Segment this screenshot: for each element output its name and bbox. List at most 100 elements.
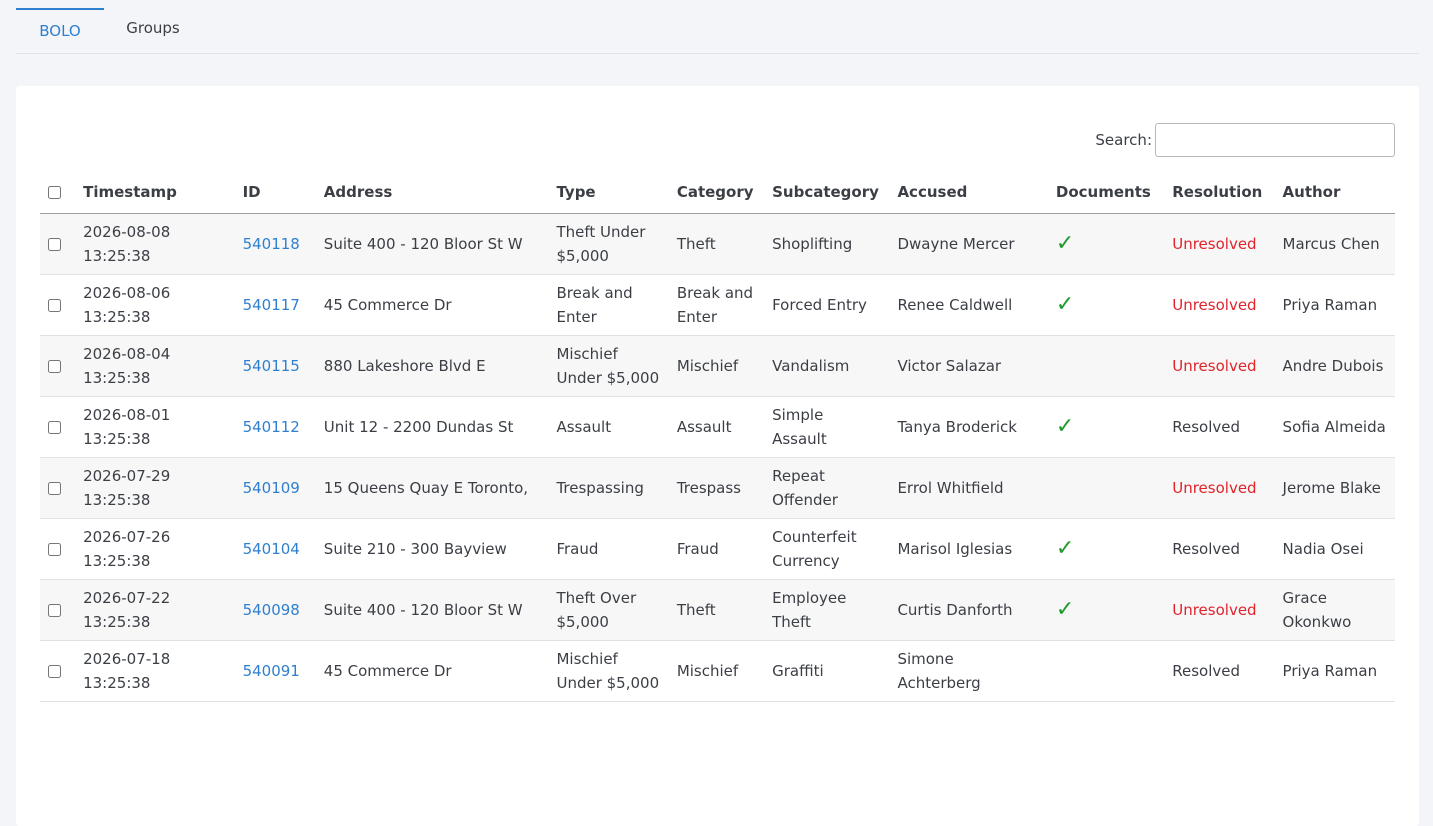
column-header-address[interactable]: Address [315, 170, 549, 214]
accused-cell: Errol Whitfield [889, 457, 1048, 519]
table-body: 2026-08-08 13:25:38 540118 Suite 400 - 120… [40, 213, 1395, 702]
table-row[interactable]: 2026-07-18 13:25:38 540091 45 Commerce Dr M… [40, 640, 1395, 702]
table-row[interactable]: 2026-08-01 13:25:38 540112 Unit 12 - 2200 … [40, 396, 1395, 458]
row-select-cell [40, 640, 76, 702]
documents-cell: ✓ [1047, 518, 1165, 580]
timestamp-cell: 2026-07-26 13:25:38 [75, 518, 235, 580]
row-select-cell [40, 274, 76, 336]
row-checkbox[interactable] [48, 543, 61, 556]
author-cell: Priya Raman [1274, 274, 1395, 336]
resolution-cell: Resolved [1164, 518, 1275, 580]
category-cell: Trespass [668, 457, 765, 519]
subcategory-cell: Shoplifting [764, 213, 890, 275]
column-header-id[interactable]: ID [234, 170, 316, 214]
id-cell: 540091 [234, 640, 316, 702]
author-cell: Marcus Chen [1274, 213, 1395, 275]
tab-groups[interactable]: Groups [112, 6, 194, 50]
row-select-cell [40, 579, 76, 641]
address-cell: 15 Queens Quay E Toronto, [315, 457, 549, 519]
row-checkbox[interactable] [48, 360, 61, 373]
timestamp-cell: 2026-07-18 13:25:38 [75, 640, 235, 702]
address-cell: Unit 12 - 2200 Dundas St [315, 396, 549, 458]
column-header-timestamp[interactable]: Timestamp [75, 170, 235, 214]
type-cell: Break and Enter [548, 274, 669, 336]
bolo-id-link[interactable]: 540115 [243, 357, 300, 375]
bolo-id-link[interactable]: 540112 [243, 418, 300, 436]
table-row[interactable]: 2026-08-04 13:25:38 540115 880 Lakeshore B… [40, 335, 1395, 397]
subcategory-cell: Employee Theft [764, 579, 890, 641]
column-header-author[interactable]: Author [1274, 170, 1395, 214]
accused-cell: Tanya Broderick [889, 396, 1048, 458]
bolo-id-link[interactable]: 540109 [243, 479, 300, 497]
type-cell: Theft Under $5,000 [548, 213, 669, 275]
table-row[interactable]: 2026-07-22 13:25:38 540098 Suite 400 - 120… [40, 579, 1395, 641]
type-cell: Trespassing [548, 457, 669, 519]
select-all-header [40, 170, 76, 214]
category-cell: Break and Enter [668, 274, 765, 336]
bolo-id-link[interactable]: 540098 [243, 601, 300, 619]
subcategory-cell: Forced Entry [764, 274, 890, 336]
checkmark-icon: ✓ [1055, 535, 1075, 561]
accused-cell: Marisol Iglesias [889, 518, 1048, 580]
bolo-id-link[interactable]: 540117 [243, 296, 300, 314]
column-header-subcategory[interactable]: Subcategory [764, 170, 890, 214]
category-cell: Theft [668, 579, 765, 641]
type-cell: Fraud [548, 518, 669, 580]
column-header-category[interactable]: Category [668, 170, 765, 214]
row-select-cell [40, 213, 76, 275]
tab-bar: BOLO Groups [16, 0, 1419, 54]
bolo-id-link[interactable]: 540091 [243, 662, 300, 680]
column-header-documents[interactable]: Documents [1047, 170, 1165, 214]
type-cell: Assault [548, 396, 669, 458]
id-cell: 540118 [234, 213, 316, 275]
row-checkbox[interactable] [48, 299, 61, 312]
accused-cell: Simone Achterberg [889, 640, 1048, 702]
select-all-checkbox[interactable] [48, 185, 61, 199]
bolo-id-link[interactable]: 540104 [243, 540, 300, 558]
id-cell: 540112 [234, 396, 316, 458]
checkmark-icon: ✓ [1055, 596, 1075, 622]
accused-cell: Curtis Danforth [889, 579, 1048, 641]
subcategory-cell: Simple Assault [764, 396, 890, 458]
resolution-cell: Unresolved [1164, 335, 1275, 397]
type-cell: Mischief Under $5,000 [548, 335, 669, 397]
column-header-type[interactable]: Type [548, 170, 669, 214]
row-checkbox[interactable] [48, 238, 61, 251]
subcategory-cell: Vandalism [764, 335, 890, 397]
timestamp-cell: 2026-07-22 13:25:38 [75, 579, 235, 641]
subcategory-cell: Counterfeit Currency [764, 518, 890, 580]
row-checkbox[interactable] [48, 421, 61, 434]
timestamp-cell: 2026-08-04 13:25:38 [75, 335, 235, 397]
row-checkbox[interactable] [48, 665, 61, 678]
documents-cell: ✓ [1047, 274, 1165, 336]
id-cell: 540117 [234, 274, 316, 336]
table-header-row: Timestamp ID Address Type Category Subca… [40, 170, 1395, 214]
resolution-cell: Resolved [1164, 640, 1275, 702]
column-header-resolution[interactable]: Resolution [1164, 170, 1275, 214]
tab-bolo[interactable]: BOLO [16, 8, 104, 54]
checkmark-icon: ✓ [1055, 413, 1075, 439]
table-row[interactable]: 2026-07-26 13:25:38 540104 Suite 210 - 300… [40, 518, 1395, 580]
column-header-accused[interactable]: Accused [889, 170, 1048, 214]
table-row[interactable]: 2026-07-29 13:25:38 540109 15 Queens Quay … [40, 457, 1395, 519]
documents-cell [1047, 335, 1165, 397]
documents-cell: ✓ [1047, 579, 1165, 641]
checkmark-icon: ✓ [1055, 291, 1075, 317]
search-input[interactable] [1155, 123, 1395, 157]
address-cell: 45 Commerce Dr [315, 640, 549, 702]
author-cell: Grace Okonkwo [1274, 579, 1395, 641]
row-checkbox[interactable] [48, 482, 61, 495]
subcategory-cell: Graffiti [764, 640, 890, 702]
bolo-id-link[interactable]: 540118 [243, 235, 300, 253]
type-cell: Theft Over $5,000 [548, 579, 669, 641]
id-cell: 540104 [234, 518, 316, 580]
resolution-cell: Resolved [1164, 396, 1275, 458]
table-row[interactable]: 2026-08-08 13:25:38 540118 Suite 400 - 120… [40, 213, 1395, 275]
author-cell: Andre Dubois [1274, 335, 1395, 397]
row-checkbox[interactable] [48, 604, 61, 617]
documents-cell [1047, 457, 1165, 519]
author-cell: Jerome Blake [1274, 457, 1395, 519]
table-row[interactable]: 2026-08-06 13:25:38 540117 45 Commerce Dr B… [40, 274, 1395, 336]
resolution-cell: Unresolved [1164, 274, 1275, 336]
address-cell: Suite 210 - 300 Bayview [315, 518, 549, 580]
